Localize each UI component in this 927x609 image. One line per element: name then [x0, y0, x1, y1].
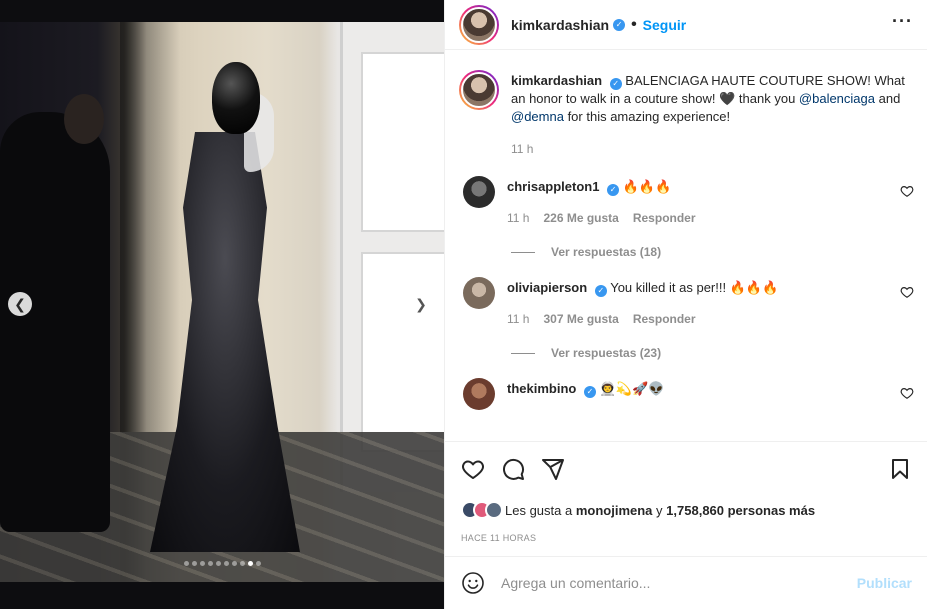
caption-avatar[interactable] — [459, 70, 499, 110]
post-actions: Les gusta a monojimena y 1,758,860 perso… — [445, 441, 927, 543]
author-avatar[interactable] — [459, 4, 499, 45]
comment-input[interactable] — [501, 575, 857, 591]
header-separator: • — [631, 15, 637, 33]
verified-badge-icon: ✓ — [594, 285, 607, 297]
likes-count[interactable]: 1,758,860 personas más — [666, 503, 815, 518]
comment-item: oliviapierson ✓ You killed it as per!!! … — [459, 277, 914, 328]
chevron-left-icon: ❮ — [14, 296, 26, 312]
comments-section[interactable]: kimkardashian ✓ BALENCIAGA HAUTE COUTURE… — [445, 50, 927, 441]
liker-avatars[interactable] — [461, 501, 503, 519]
photo-person-left — [0, 112, 110, 532]
photo-mask — [212, 62, 260, 134]
comment-time[interactable]: 11 h — [507, 310, 529, 328]
photo-door — [340, 22, 444, 492]
carousel-dot — [239, 561, 245, 566]
carousel-indicator — [0, 561, 444, 566]
commenter-username[interactable]: thekimbino — [507, 381, 576, 396]
heart-icon[interactable] — [900, 285, 914, 299]
comment-likes[interactable]: 226 Me gusta — [543, 209, 618, 227]
carousel-dot — [183, 561, 189, 566]
photo-person-left-head — [64, 94, 104, 144]
comment-text: 🔥🔥🔥 — [622, 179, 672, 194]
comment-text: 👨‍🚀💫🚀👽 — [599, 381, 665, 396]
commenter-avatar[interactable] — [463, 176, 495, 208]
post-photo — [0, 22, 444, 582]
post-media[interactable]: ❮ ❯ — [0, 0, 444, 609]
mention-link[interactable]: @demna — [511, 109, 564, 124]
comment-item: thekimbino ✓ 👨‍🚀💫🚀👽 — [459, 378, 914, 410]
post-side-panel: kimkardashian ✓ • Seguir ··· kimkardashi… — [444, 0, 927, 609]
comment-time[interactable]: 11 h — [507, 209, 529, 227]
follow-button[interactable]: Seguir — [643, 17, 687, 33]
chevron-right-icon: ❯ — [415, 296, 427, 312]
likes-summary: Les gusta a monojimena y 1,758,860 perso… — [461, 501, 912, 519]
commenter-username[interactable]: chrisappleton1 — [507, 179, 599, 194]
comment-likes[interactable]: 307 Me gusta — [543, 310, 618, 328]
carousel-next-button[interactable]: ❯ — [409, 292, 433, 316]
carousel-dot — [231, 561, 237, 566]
reply-button[interactable]: Responder — [633, 209, 696, 227]
caption-text-mid: and — [875, 91, 901, 106]
comment-text: You killed it as per!!! 🔥🔥🔥 — [610, 280, 779, 295]
author-username[interactable]: kimkardashian — [511, 17, 609, 33]
caption-text-end: for this amazing experience! — [563, 109, 731, 124]
bookmark-icon[interactable] — [888, 457, 912, 481]
share-plane-icon[interactable] — [541, 457, 565, 481]
verified-badge-icon: ✓ — [607, 184, 620, 196]
caption-time[interactable]: 11 h — [511, 140, 533, 158]
carousel-prev-button[interactable]: ❮ — [8, 292, 32, 316]
verified-badge-icon: ✓ — [583, 386, 596, 398]
view-replies-button[interactable]: Ver respuestas (18) — [511, 245, 914, 259]
likes-prefix: Les gusta a — [505, 502, 573, 518]
heart-icon[interactable] — [900, 386, 914, 400]
heart-icon[interactable] — [900, 184, 914, 198]
commenter-avatar[interactable] — [463, 277, 495, 309]
reply-button[interactable]: Responder — [633, 310, 696, 328]
more-horizontal-icon[interactable]: ··· — [892, 11, 913, 38]
mention-link[interactable]: @balenciaga — [799, 91, 875, 106]
caption-username[interactable]: kimkardashian — [511, 73, 602, 88]
emoji-icon[interactable] — [461, 571, 485, 595]
carousel-dot — [223, 561, 229, 566]
comment-item: chrisappleton1 ✓ 🔥🔥🔥 11 h 226 Me gusta R… — [459, 176, 914, 227]
add-comment-bar: Publicar — [445, 556, 927, 609]
like-heart-icon[interactable] — [461, 457, 485, 481]
commenter-avatar[interactable] — [463, 378, 495, 410]
post-caption: kimkardashian ✓ BALENCIAGA HAUTE COUTURE… — [459, 70, 914, 158]
post-header: kimkardashian ✓ • Seguir ··· — [445, 0, 927, 50]
liker-username[interactable]: monojimena — [576, 503, 653, 518]
carousel-dot — [215, 561, 221, 566]
post-timestamp[interactable]: HACE 11 HORAS — [461, 533, 912, 543]
verified-badge-icon: ✓ — [609, 78, 622, 90]
likes-conjunction: y — [656, 502, 663, 518]
publish-button[interactable]: Publicar — [857, 575, 912, 591]
door-panel — [361, 52, 444, 232]
door-panel — [361, 252, 444, 452]
carousel-dot — [247, 561, 253, 566]
carousel-dot — [255, 561, 261, 566]
carousel-dot — [199, 561, 205, 566]
view-replies-button[interactable]: Ver respuestas (23) — [511, 346, 914, 360]
commenter-username[interactable]: oliviapierson — [507, 280, 587, 295]
verified-badge-icon: ✓ — [613, 18, 626, 31]
carousel-dot — [191, 561, 197, 566]
comment-bubble-icon[interactable] — [501, 457, 525, 481]
carousel-dot — [207, 561, 213, 566]
